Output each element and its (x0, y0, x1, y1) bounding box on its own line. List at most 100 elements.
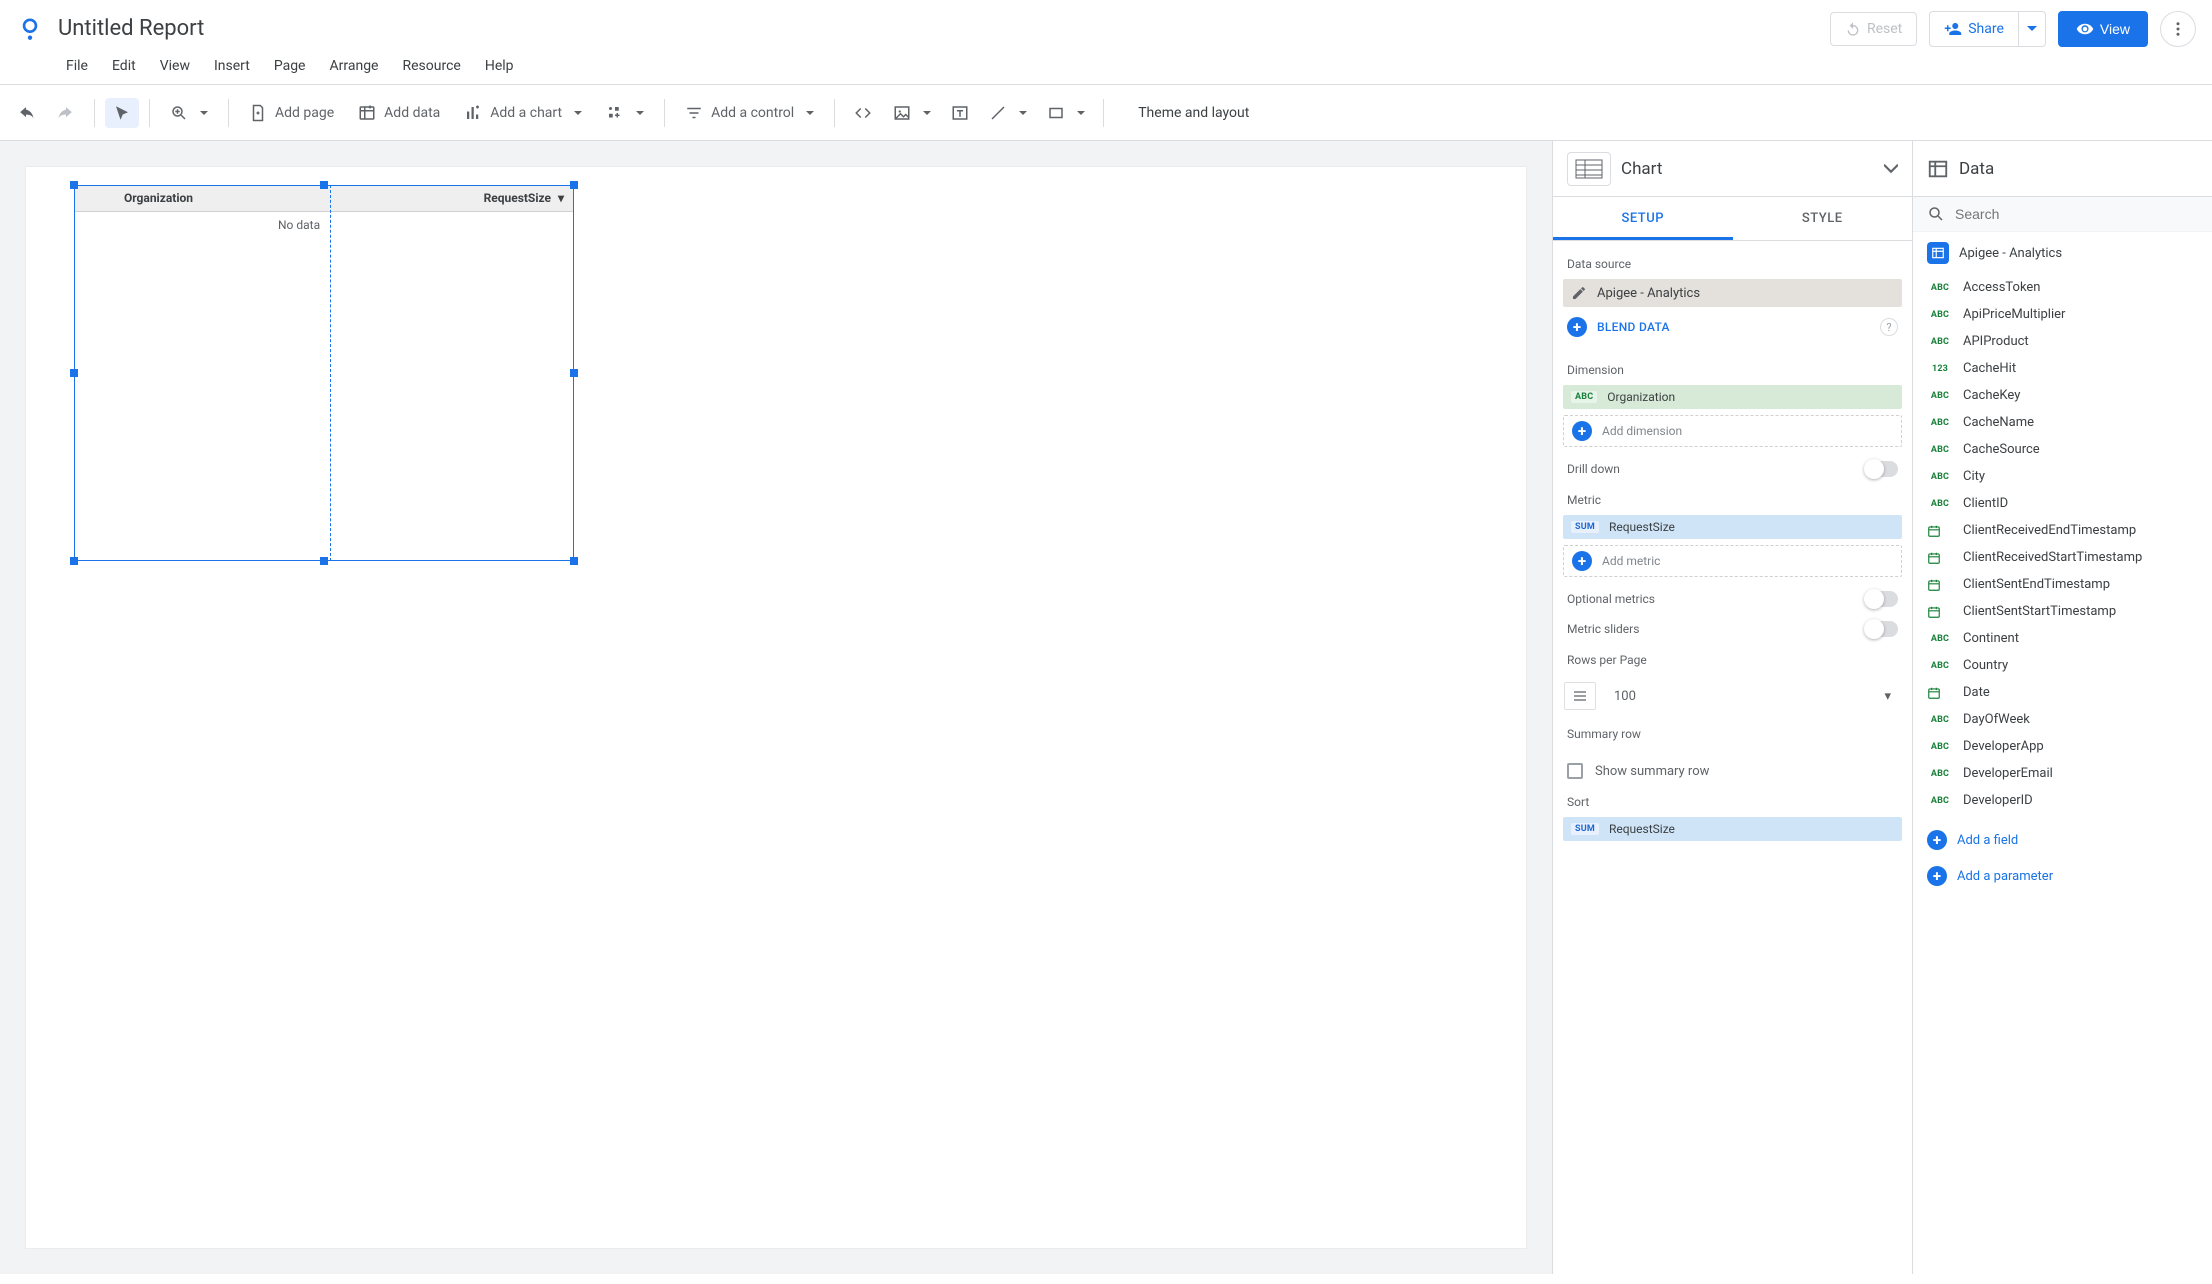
resize-handle[interactable] (570, 369, 578, 377)
field-name: DeveloperID (1963, 793, 2033, 808)
tab-setup[interactable]: SETUP (1553, 197, 1733, 240)
add-chart-dropdown[interactable]: Add a chart (454, 98, 592, 128)
canvas-area[interactable]: Organization RequestSize ▾ No data (0, 141, 1552, 1274)
field-row[interactable]: ClientSentStartTimestamp (1913, 598, 2212, 625)
field-row[interactable]: ABCCacheKey (1913, 382, 2212, 409)
field-row[interactable]: ClientReceivedStartTimestamp (1913, 544, 2212, 571)
share-button[interactable]: Share (1929, 11, 2018, 47)
field-row[interactable]: ABCAccessToken (1913, 274, 2212, 301)
caret-down-icon: ▾ (1884, 689, 1901, 704)
field-row[interactable]: 123CacheHit (1913, 355, 2212, 382)
view-button[interactable]: View (2058, 11, 2148, 47)
section-rows-per-page: Rows per Page (1553, 637, 1912, 675)
text-icon (951, 104, 969, 122)
menu-insert[interactable]: Insert (214, 58, 250, 74)
document-title[interactable]: Untitled Report (58, 16, 204, 41)
optional-metrics-toggle[interactable] (1866, 591, 1898, 607)
column-header[interactable]: Organization (114, 185, 330, 212)
field-row[interactable]: ABCCity (1913, 463, 2212, 490)
add-control-dropdown[interactable]: Add a control (675, 98, 824, 128)
field-row[interactable]: ClientReceivedEndTimestamp (1913, 517, 2212, 544)
add-metric-button[interactable]: + Add metric (1563, 545, 1902, 577)
metric-sliders-toggle[interactable] (1866, 621, 1898, 637)
field-row[interactable]: ABCDeveloperID (1913, 787, 2212, 814)
resize-handle[interactable] (320, 181, 328, 189)
help-icon[interactable]: ? (1880, 318, 1898, 336)
main-area: Organization RequestSize ▾ No data (0, 141, 2212, 1274)
field-row[interactable]: ABCCountry (1913, 652, 2212, 679)
field-row[interactable]: ABCAPIProduct (1913, 328, 2212, 355)
add-parameter-button[interactable]: + Add a parameter (1913, 858, 2212, 894)
app-header: Untitled Report Reset Share View (0, 0, 2212, 58)
resize-handle[interactable] (70, 181, 78, 189)
dimension-chip[interactable]: ABC Organization (1563, 385, 1902, 409)
page-add-icon (249, 104, 267, 122)
field-row[interactable]: ABCApiPriceMultiplier (1913, 301, 2212, 328)
embed-button[interactable] (845, 98, 881, 128)
resize-handle[interactable] (570, 181, 578, 189)
add-dimension-button[interactable]: + Add dimension (1563, 415, 1902, 447)
menu-arrange[interactable]: Arrange (330, 58, 379, 74)
cursor-icon (113, 104, 131, 122)
field-row[interactable]: Date (1913, 679, 2212, 706)
sort-chip[interactable]: SUM RequestSize (1563, 817, 1902, 841)
rows-per-page-select[interactable]: 100 ▾ (1563, 681, 1902, 711)
image-dropdown[interactable] (885, 98, 939, 128)
zoom-dropdown[interactable] (160, 98, 218, 128)
chart-type-selector[interactable] (1567, 152, 1611, 186)
resize-handle[interactable] (320, 557, 328, 565)
field-name: ClientID (1963, 496, 2008, 511)
select-tool-button[interactable] (105, 98, 139, 128)
report-page[interactable]: Organization RequestSize ▾ No data (26, 167, 1526, 1248)
menu-file[interactable]: File (66, 58, 88, 74)
tab-style[interactable]: STYLE (1733, 197, 1913, 240)
field-row[interactable]: ABCContinent (1913, 625, 2212, 652)
menu-page[interactable]: Page (274, 58, 306, 74)
resize-handle[interactable] (70, 369, 78, 377)
menu-view[interactable]: View (160, 58, 190, 74)
column-divider[interactable] (330, 185, 331, 561)
resize-handle[interactable] (70, 557, 78, 565)
title-area: Untitled Report (58, 16, 1830, 41)
add-page-button[interactable]: Add page (239, 98, 344, 128)
blend-data-button[interactable]: + BLEND DATA ? (1553, 307, 1912, 347)
metric-chip[interactable]: SUM RequestSize (1563, 515, 1902, 539)
add-data-button[interactable]: Add data (348, 98, 450, 128)
undo-arc-icon (1845, 21, 1861, 37)
field-row[interactable]: ABCCacheName (1913, 409, 2212, 436)
field-row[interactable]: ABCDeveloperEmail (1913, 760, 2212, 787)
checkbox[interactable] (1567, 763, 1583, 779)
field-row[interactable]: ABCClientID (1913, 490, 2212, 517)
menu-edit[interactable]: Edit (112, 58, 136, 74)
redo-button[interactable] (48, 97, 84, 129)
data-source-header[interactable]: Apigee - Analytics (1913, 232, 2212, 274)
line-dropdown[interactable] (981, 98, 1035, 128)
add-field-button[interactable]: + Add a field (1913, 822, 2212, 858)
show-summary-row[interactable]: Show summary row (1553, 749, 1912, 779)
column-header[interactable]: RequestSize ▾ (330, 185, 574, 212)
community-viz-dropdown[interactable] (596, 98, 654, 128)
share-dropdown[interactable] (2018, 11, 2046, 47)
field-row[interactable]: ClientSentEndTimestamp (1913, 571, 2212, 598)
data-source-chip[interactable]: Apigee - Analytics (1563, 279, 1902, 307)
text-button[interactable] (943, 98, 977, 128)
undo-button[interactable] (8, 97, 44, 129)
field-name: ClientSentEndTimestamp (1963, 577, 2110, 592)
table-chart: Organization RequestSize ▾ No data (74, 185, 574, 238)
field-row[interactable]: ABCDeveloperApp (1913, 733, 2212, 760)
selected-table-chart[interactable]: Organization RequestSize ▾ No data (74, 185, 574, 561)
field-row[interactable]: ABCDayOfWeek (1913, 706, 2212, 733)
search-input[interactable] (1955, 206, 2198, 222)
shape-dropdown[interactable] (1039, 98, 1093, 128)
menu-help[interactable]: Help (485, 58, 514, 74)
resize-handle[interactable] (570, 557, 578, 565)
menu-resource[interactable]: Resource (402, 58, 460, 74)
chart-setup-body[interactable]: Data source Apigee - Analytics + BLEND D… (1553, 241, 1912, 1274)
drill-down-toggle[interactable] (1866, 461, 1898, 477)
theme-layout-button[interactable]: Theme and layout (1138, 105, 1249, 121)
more-options-button[interactable] (2160, 11, 2196, 47)
field-row[interactable]: ABCCacheSource (1913, 436, 2212, 463)
chevron-down-icon[interactable] (1884, 162, 1898, 176)
reset-button[interactable]: Reset (1830, 12, 1917, 46)
plus-circle-icon: + (1567, 317, 1587, 337)
